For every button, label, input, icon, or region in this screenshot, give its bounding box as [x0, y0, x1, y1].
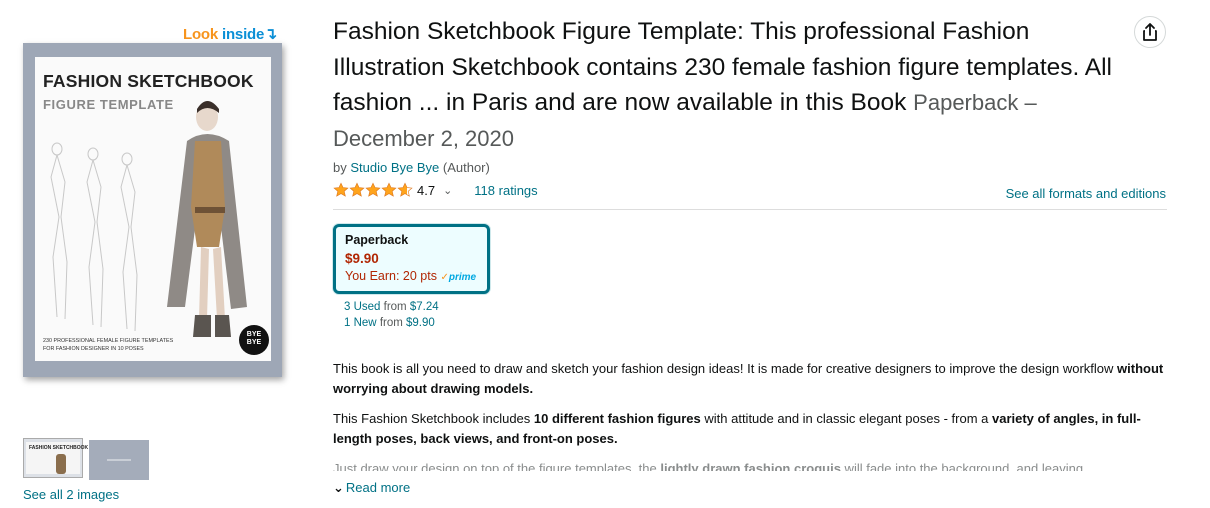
new-offer: 1 New from $9.90	[344, 315, 439, 331]
prime-label: prime	[448, 272, 477, 283]
cover-description: 230 PROFESSIONAL FEMALE FIGURE TEMPLATES…	[43, 337, 213, 353]
description-paragraph-1: This book is all you need to draw and sk…	[333, 359, 1169, 399]
format-price: $9.90	[345, 251, 379, 266]
rating-value: 4.7	[417, 182, 436, 198]
star-full-icon	[349, 182, 365, 197]
book-description: This book is all you need to draw and sk…	[333, 359, 1169, 471]
thumbnail-2[interactable]	[89, 440, 149, 480]
format-name: Paperback	[345, 233, 409, 247]
product-title-block: Fashion Sketchbook Figure Template: This…	[333, 14, 1138, 156]
cover-line-1: 230 PROFESSIONAL FEMALE FIGURE TEMPLATES	[43, 338, 174, 344]
publisher-logo-line-2: BYE	[246, 339, 262, 346]
star-full-icon	[365, 182, 381, 197]
description-paragraph-3: Just draw your design on top of the figu…	[333, 459, 1169, 471]
look-inside-word1: Look	[183, 26, 219, 43]
description-paragraph-2: This Fashion Sketchbook includes 10 diff…	[333, 409, 1169, 449]
cover-line-2: FOR FASHION DESIGNER IN 10 POSES	[43, 346, 144, 352]
points-text: You Earn: 20 pts	[345, 269, 437, 283]
thumbnail-1-title: FASHION SKETCHBOOK	[29, 445, 89, 451]
desc-p2-bold-a: 10 different fashion figures	[533, 411, 701, 426]
divider	[333, 209, 1167, 210]
desc-p1-text: This book is all you need to draw and sk…	[333, 361, 1118, 376]
format-option-paperback[interactable]: Paperback $9.90 You Earn: 20 pts ✓prime	[333, 224, 490, 294]
cover-page: FASHION SKETCHBOOK FIGURE TEMPLATE 230 P…	[35, 57, 271, 361]
author-role: (Author)	[442, 160, 490, 175]
desc-p2-text-a: This Fashion Sketchbook includes	[333, 411, 534, 426]
star-half-icon	[397, 182, 413, 197]
ratings-count-link[interactable]: 118 ratings	[474, 183, 537, 198]
see-all-images-link[interactable]: See all 2 images	[23, 487, 119, 502]
new-offer-link[interactable]: 1 New	[344, 317, 377, 329]
down-arrow-icon: ↴	[264, 26, 278, 43]
used-offer: 3 Used from $7.24	[344, 299, 439, 315]
publisher-logo: BYE BYE	[239, 325, 269, 355]
share-icon	[1143, 23, 1157, 41]
see-all-formats-link[interactable]: See all formats and editions	[1006, 186, 1166, 201]
thumbnail-1-figure	[56, 454, 66, 474]
star-rating[interactable]	[333, 182, 413, 198]
look-inside-word2: inside	[222, 26, 265, 43]
thumbnail-1[interactable]: FASHION SKETCHBOOK	[23, 438, 88, 478]
look-inside-button[interactable]: Look inside↴	[183, 24, 278, 44]
author-link[interactable]: Studio Bye Bye	[350, 160, 439, 175]
rating-row: 4.7 ⌄ 118 ratings	[333, 182, 538, 198]
prime-check-icon: ✓	[440, 272, 449, 283]
thumbnail-1-page: FASHION SKETCHBOOK	[26, 442, 88, 474]
book-cover-image[interactable]: FASHION SKETCHBOOK FIGURE TEMPLATE 230 P…	[23, 43, 282, 377]
byline-prefix: by	[333, 160, 347, 175]
publisher-logo-line-1: BYE	[246, 331, 262, 338]
used-from-text: from	[383, 301, 407, 313]
desc-p3-text-b: will fade into the background, and leavi…	[840, 461, 1084, 471]
used-offer-link[interactable]: 3 Used	[344, 301, 380, 313]
prime-badge: ✓prime	[440, 272, 476, 283]
star-full-icon	[333, 182, 349, 197]
read-more-button[interactable]: ⌄ Read more	[333, 480, 410, 496]
desc-p3-bold: lightly drawn fashion croquis	[660, 461, 841, 471]
figure-sketches-illustration	[50, 101, 247, 337]
chevron-down-icon: ⌄	[333, 480, 344, 495]
star-full-icon	[381, 182, 397, 197]
desc-p2-text-b: with attitude and in classic elegant pos…	[700, 411, 992, 426]
thumbnail-2-line	[107, 459, 131, 461]
read-more-label: Read more	[345, 480, 411, 495]
chevron-down-icon[interactable]: ⌄	[443, 184, 452, 197]
new-price[interactable]: $9.90	[406, 317, 435, 329]
byline: by Studio Bye Bye (Author)	[333, 160, 490, 175]
share-button[interactable]	[1134, 16, 1166, 48]
desc-p3-text-a: Just draw your design on top of the figu…	[333, 461, 661, 471]
format-points: You Earn: 20 pts ✓prime	[345, 269, 478, 283]
other-offers: 3 Used from $7.24 1 New from $9.90	[344, 299, 439, 331]
used-price[interactable]: $7.24	[410, 301, 439, 313]
new-from-text: from	[379, 317, 403, 329]
